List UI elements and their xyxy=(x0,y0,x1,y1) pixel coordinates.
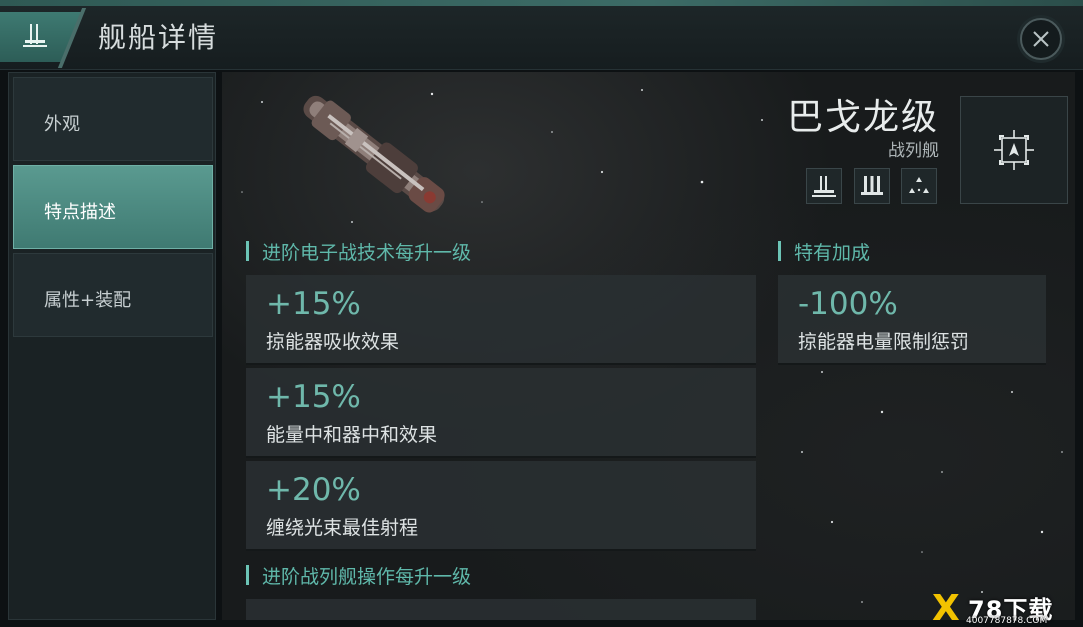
ship-class: 战列舰 xyxy=(888,141,939,161)
close-icon xyxy=(1033,31,1049,47)
bonus-description: 掠能器电量限制惩罚 xyxy=(798,331,970,353)
section-heading-role-bonus: 特有加成 xyxy=(778,238,870,265)
detail-panel: 巴戈龙级 战列舰 进阶电子战技术每升一级 特有加成 +15% 掠能器吸收效果 +… xyxy=(222,72,1075,620)
ship-name: 巴戈龙级 xyxy=(786,97,939,138)
tab-features[interactable]: 特点描述 xyxy=(13,165,213,249)
page-title: 舰船详情 xyxy=(98,21,219,54)
title-bar: 舰船详情 xyxy=(0,6,1083,70)
bonus-value: +15% xyxy=(266,286,361,322)
bonus-value: +15% xyxy=(266,379,361,415)
section-heading-battleship-bonus: 进阶战列舰操作每升一级 xyxy=(246,562,471,589)
sidebar: 外观 特点描述 属性+装配 xyxy=(8,72,216,620)
navigate-to-ship-button[interactable] xyxy=(960,96,1068,204)
bonus-value: +20% xyxy=(266,472,361,508)
site-watermark: X 78下载 4007787878.COM xyxy=(930,588,1080,627)
bonus-description: 能量中和器中和效果 xyxy=(266,424,438,446)
bonus-value: -100% xyxy=(798,286,898,322)
watermark-x-mark: X xyxy=(932,588,960,627)
ship-model-image xyxy=(303,95,445,213)
close-button[interactable] xyxy=(1020,18,1062,60)
bonus-description: 缠绕光束最佳射程 xyxy=(266,517,419,539)
watermark-url: 4007787878.COM xyxy=(966,616,1048,626)
section-heading-skill-bonus: 进阶电子战技术每升一级 xyxy=(246,238,471,265)
target-navigate-icon xyxy=(994,130,1034,170)
bonus-card: +20% 缠绕光束最佳射程 xyxy=(246,461,756,551)
tab-appearance[interactable]: 外观 xyxy=(13,77,213,161)
bonus-card-partial xyxy=(246,599,756,620)
tab-attributes-fitting[interactable]: 属性+装配 xyxy=(13,253,213,337)
battleship-silhouette-icon[interactable] xyxy=(806,168,842,204)
fleet-formation-icon[interactable] xyxy=(901,168,937,204)
bonus-card: +15% 能量中和器中和效果 xyxy=(246,368,756,458)
bonus-card: +15% 掠能器吸收效果 xyxy=(246,275,756,365)
bonus-description: 掠能器吸收效果 xyxy=(266,331,400,353)
triple-hull-icon[interactable] xyxy=(854,168,890,204)
role-bonus-card: -100% 掠能器电量限制惩罚 xyxy=(778,275,1046,365)
